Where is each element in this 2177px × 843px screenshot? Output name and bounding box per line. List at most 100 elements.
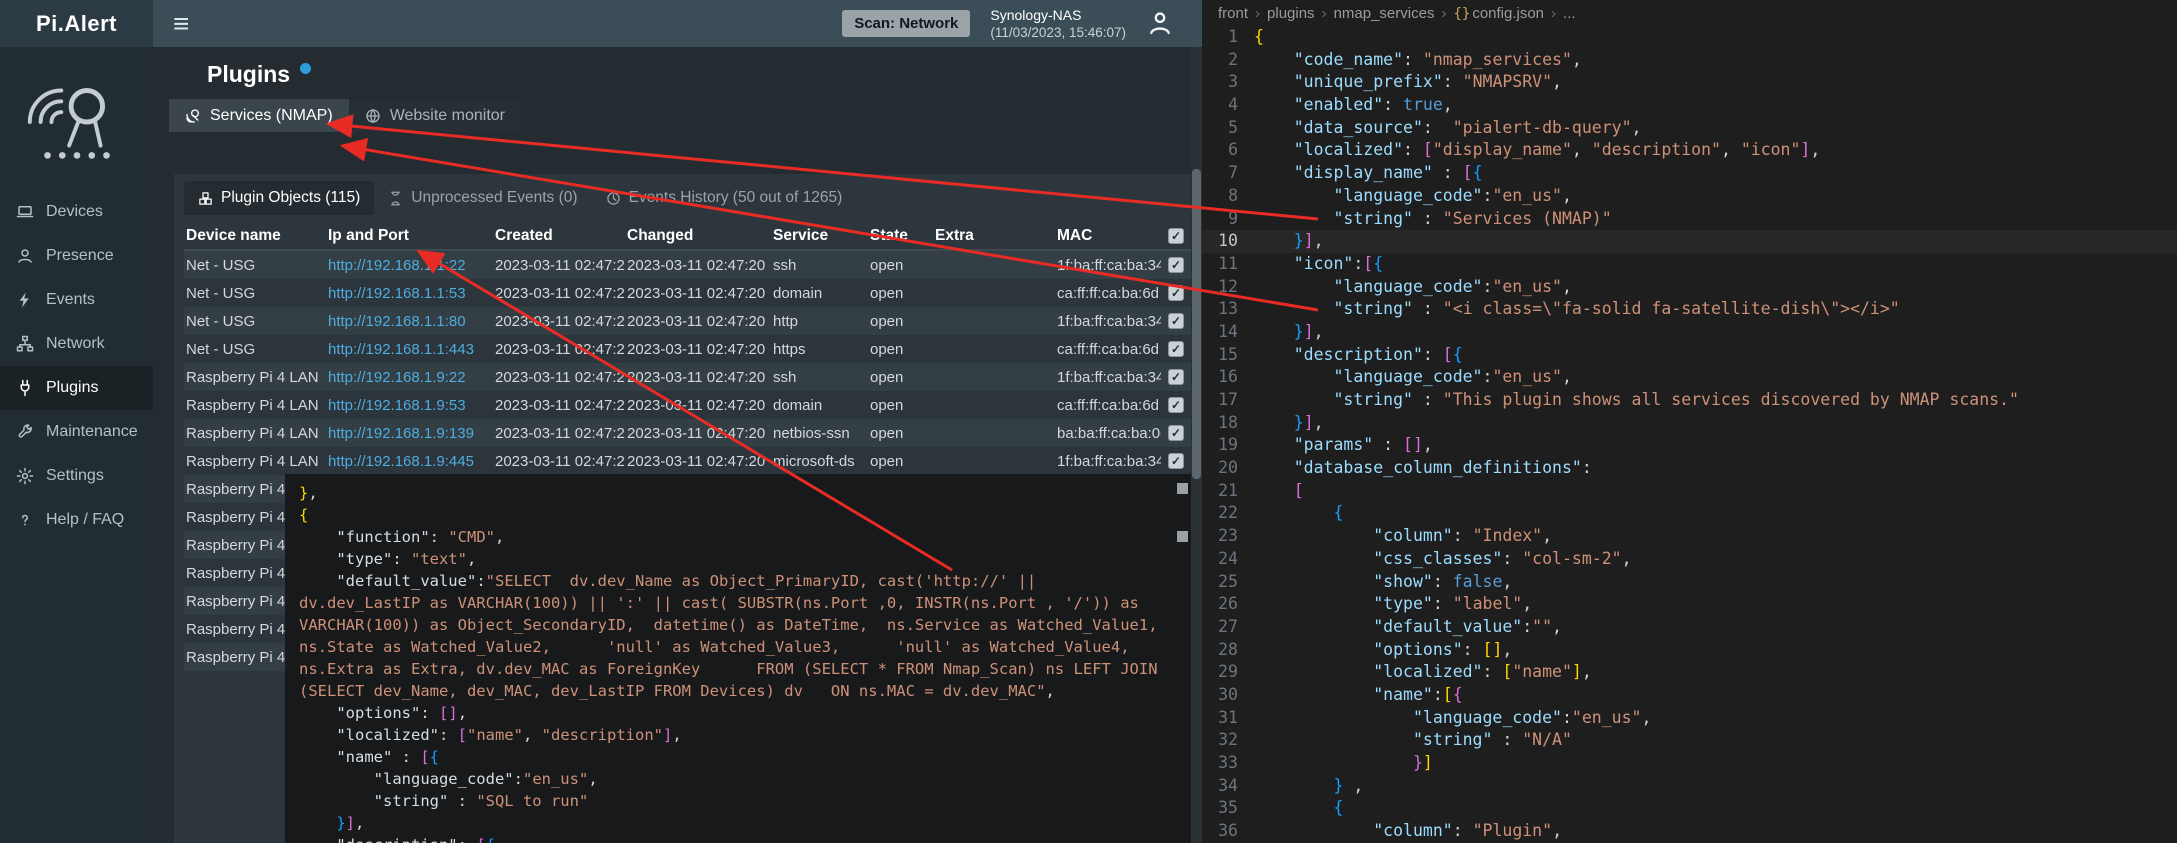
breadcrumb-item-config-json[interactable]: {}config.json — [1453, 5, 1544, 22]
column-header-changed[interactable]: Changed — [625, 227, 771, 245]
overlay-code-line[interactable]: }], — [299, 812, 1165, 834]
breadcrumb-item-plugins[interactable]: plugins — [1267, 5, 1315, 22]
tab-services-nmap[interactable]: Services (NMAP) — [169, 99, 349, 132]
editor-line[interactable]: 30 "name":[{ — [1202, 684, 2177, 707]
editor-line[interactable]: 3 "unique_prefix": "NMAPSRV", — [1202, 71, 2177, 94]
editor-line[interactable]: 25 "show": false, — [1202, 571, 2177, 594]
editor-line[interactable]: 1{ — [1202, 26, 2177, 49]
tab-unprocessed-events-0[interactable]: Unprocessed Events (0) — [374, 181, 591, 215]
row-checkbox[interactable]: ✓ — [1168, 397, 1184, 413]
overlay-code-line[interactable]: "localized": ["name", "description"], — [299, 724, 1165, 746]
page-scrollbar-thumb[interactable] — [1192, 169, 1201, 479]
editor-line[interactable]: 17 "string" : "This plugin shows all ser… — [1202, 389, 2177, 412]
column-header-mac[interactable]: MAC — [1055, 227, 1161, 245]
header-user-icon[interactable] — [1146, 9, 1174, 37]
editor-line[interactable]: 34 } , — [1202, 775, 2177, 798]
editor-line[interactable]: 31 "language_code":"en_us", — [1202, 707, 2177, 730]
editor-line[interactable]: 9 "string" : "Services (NMAP)" — [1202, 208, 2177, 231]
column-header-state[interactable]: State — [868, 227, 933, 245]
overlay-code-line[interactable]: "default_value":"SELECT dv.dev_Name as O… — [299, 570, 1165, 702]
sidebar-item-network[interactable]: Network — [0, 322, 153, 366]
editor-line[interactable]: 4 "enabled": true, — [1202, 94, 2177, 117]
column-header-device-name[interactable]: Device name — [184, 227, 326, 245]
overlay-code-line[interactable]: "options": [], — [299, 702, 1165, 724]
overlay-code-line[interactable]: }, — [299, 482, 1165, 504]
editor-line[interactable]: 2 "code_name": "nmap_services", — [1202, 49, 2177, 72]
breadcrumb-item-nmap-services[interactable]: nmap_services — [1334, 5, 1435, 22]
pialert-satellite-logo[interactable] — [15, 65, 139, 177]
editor-line[interactable]: 16 "language_code":"en_us", — [1202, 366, 2177, 389]
ip-port-link[interactable]: http://192.168.1.1:22 — [328, 257, 466, 274]
tab-plugin-objects-115[interactable]: Plugin Objects (115) — [184, 181, 374, 215]
row-checkbox[interactable]: ✓ — [1168, 369, 1184, 385]
breadcrumb-item-front[interactable]: front — [1218, 5, 1248, 22]
sidebar-item-devices[interactable]: Devices — [0, 190, 153, 234]
editor-line[interactable]: 19 "params" : [], — [1202, 434, 2177, 457]
editor-line[interactable]: 22 { — [1202, 502, 2177, 525]
editor-line[interactable]: 5 "data_source": "pialert-db-query", — [1202, 117, 2177, 140]
column-header-service[interactable]: Service — [771, 227, 868, 245]
overlay-code-line[interactable]: "function": "CMD", — [299, 526, 1165, 548]
editor-line[interactable]: 23 "column": "Index", — [1202, 525, 2177, 548]
editor-line[interactable]: 24 "css_classes": "col-sm-2", — [1202, 548, 2177, 571]
tab-website-monitor[interactable]: Website monitor — [349, 99, 521, 132]
overlay-code-line[interactable]: "name" : [{ — [299, 746, 1165, 768]
overlay-code-line[interactable]: "type": "text", — [299, 548, 1165, 570]
row-checkbox[interactable]: ✓ — [1168, 425, 1184, 441]
editor-line[interactable]: 7 "display_name" : [{ — [1202, 162, 2177, 185]
editor-line[interactable]: 20 "database_column_definitions": — [1202, 457, 2177, 480]
ip-port-link[interactable]: http://192.168.1.1:443 — [328, 341, 474, 358]
breadcrumb-item-[interactable]: ... — [1563, 5, 1576, 22]
editor-line[interactable]: 27 "default_value":"", — [1202, 616, 2177, 639]
editor-line[interactable]: 35 { — [1202, 797, 2177, 820]
ip-port-link[interactable]: http://192.168.1.9:22 — [328, 369, 466, 386]
select-all-checkbox[interactable]: ✓ — [1168, 228, 1184, 244]
sidebar-item-events[interactable]: Events — [0, 278, 153, 322]
row-checkbox[interactable]: ✓ — [1168, 257, 1184, 273]
sidebar-item-maintenance[interactable]: Maintenance — [0, 410, 153, 454]
sidebar-item-plugins[interactable]: Plugins — [0, 366, 153, 410]
overlay-scroll-square-bottom[interactable] — [1177, 531, 1188, 542]
editor-line[interactable]: 29 "localized": ["name"], — [1202, 661, 2177, 684]
row-checkbox[interactable]: ✓ — [1168, 313, 1184, 329]
row-checkbox[interactable]: ✓ — [1168, 341, 1184, 357]
sidebar-item-presence[interactable]: Presence — [0, 234, 153, 278]
editor-line[interactable]: 36 "column": "Plugin", — [1202, 820, 2177, 843]
ip-port-link[interactable]: http://192.168.1.9:139 — [328, 425, 474, 442]
row-checkbox[interactable]: ✓ — [1168, 285, 1184, 301]
overlay-code-line[interactable]: { — [299, 504, 1165, 526]
editor-line[interactable]: 21 [ — [1202, 480, 2177, 503]
overlay-code-line[interactable]: "language_code":"en_us", — [299, 768, 1165, 790]
brand-logo[interactable]: Pi.Alert — [0, 0, 153, 47]
editor-line[interactable]: 8 "language_code":"en_us", — [1202, 185, 2177, 208]
hamburger-menu-icon[interactable]: ≡ — [153, 0, 209, 47]
page-scrollbar[interactable] — [1191, 47, 1202, 843]
column-header-extra[interactable]: Extra — [933, 227, 1055, 245]
editor-line[interactable]: 10 }], — [1202, 230, 2177, 253]
sidebar-item-help-faq[interactable]: Help / FAQ — [0, 498, 153, 542]
editor-code-area[interactable]: 1{2 "code_name": "nmap_services",3 "uniq… — [1202, 26, 2177, 843]
info-dot-icon[interactable] — [300, 63, 311, 74]
overlay-scroll-square-top[interactable] — [1177, 483, 1188, 494]
editor-line[interactable]: 18 }], — [1202, 412, 2177, 435]
overlay-code-line[interactable]: "string" : "SQL to run" — [299, 790, 1165, 812]
overlay-code-block[interactable]: },{ "function": "CMD", "type": "text", "… — [285, 474, 1191, 843]
ip-port-link[interactable]: http://192.168.1.9:445 — [328, 453, 474, 470]
tab-events-history-50-out-of-1265[interactable]: Events History (50 out of 1265) — [592, 181, 857, 215]
editor-line[interactable]: 13 "string" : "<i class=\"fa-solid fa-sa… — [1202, 298, 2177, 321]
ip-port-link[interactable]: http://192.168.1.9:53 — [328, 397, 466, 414]
editor-line[interactable]: 11 "icon":[{ — [1202, 253, 2177, 276]
ip-port-link[interactable]: http://192.168.1.1:80 — [328, 313, 466, 330]
sidebar-item-settings[interactable]: Settings — [0, 454, 153, 498]
editor-line[interactable]: 33 }] — [1202, 752, 2177, 775]
ip-port-link[interactable]: http://192.168.1.1:53 — [328, 285, 466, 302]
column-header-ip-and-port[interactable]: Ip and Port — [326, 227, 493, 245]
editor-line[interactable]: 26 "type": "label", — [1202, 593, 2177, 616]
editor-line[interactable]: 12 "language_code":"en_us", — [1202, 276, 2177, 299]
overlay-code-line[interactable]: "description": [{ — [299, 834, 1165, 843]
editor-line[interactable]: 28 "options": [], — [1202, 639, 2177, 662]
editor-line[interactable]: 6 "localized": ["display_name", "descrip… — [1202, 139, 2177, 162]
column-header-created[interactable]: Created — [493, 227, 625, 245]
editor-line[interactable]: 15 "description": [{ — [1202, 344, 2177, 367]
editor-line[interactable]: 32 "string" : "N/A" — [1202, 729, 2177, 752]
